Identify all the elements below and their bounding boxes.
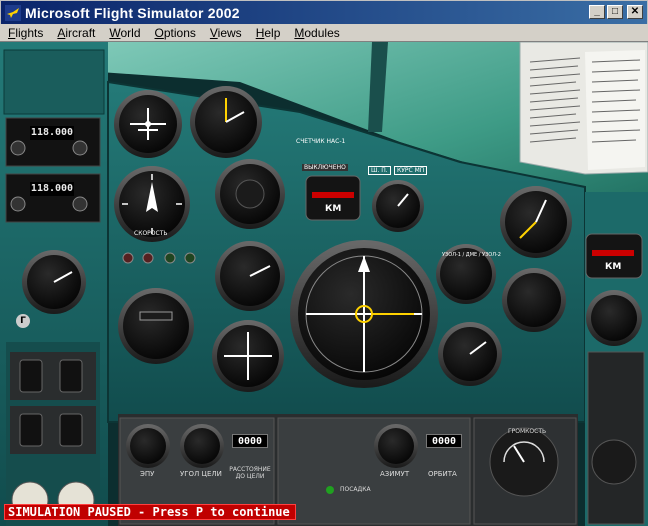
radio-2-display: 118.000 — [30, 182, 74, 196]
orbit-counter: 0000 — [426, 434, 462, 448]
clock-gauge[interactable] — [500, 186, 572, 258]
fuel-gauge[interactable] — [372, 180, 424, 232]
target-angle-label: УГОЛ ЦЕЛИ — [180, 470, 222, 478]
pressure-gauge[interactable] — [502, 268, 566, 332]
gauges-layer — [10, 86, 643, 519]
off-label: ВЫКЛЮЧЕНО — [302, 164, 348, 171]
menu-help[interactable]: Help — [250, 26, 287, 40]
attitude-indicator-gauge[interactable] — [114, 90, 182, 158]
close-button[interactable]: ✕ — [627, 5, 643, 19]
window-title: Microsoft Flight Simulator 2002 — [25, 4, 240, 21]
sh-p-label: Ш. П. — [368, 166, 391, 175]
menu-bar: Flights Aircraft World Options Views Hel… — [0, 24, 648, 42]
orbit-label: ОРБИТА — [428, 470, 457, 478]
left-toggle-switches[interactable] — [19, 359, 83, 447]
azimuth-label: АЗИМУТ — [380, 470, 410, 478]
menu-world[interactable]: World — [103, 26, 146, 40]
flight-sim-app-icon — [5, 4, 21, 21]
course-gauge[interactable] — [212, 320, 284, 392]
nav-selector-label: УЗОЛ-1 / ДМЕ / УЗОЛ-2 — [442, 252, 501, 258]
standby-horizon-gauge[interactable] — [22, 250, 86, 314]
dme-km-label-2: КМ — [605, 262, 622, 272]
counter-label: СЧЕТЧИК НАС-1 — [296, 138, 346, 145]
marker-g-label: Г — [16, 314, 30, 328]
epu-gauge[interactable] — [126, 424, 170, 468]
minimize-button[interactable]: _ — [589, 5, 605, 19]
maximize-button[interactable]: □ — [607, 5, 623, 19]
menu-views[interactable]: Views — [204, 26, 248, 40]
target-angle-gauge[interactable] — [180, 424, 224, 468]
distance-counter: 0000 — [232, 434, 268, 448]
right-panel-dial[interactable] — [591, 439, 637, 485]
menu-aircraft[interactable]: Aircraft — [51, 26, 101, 40]
dme-km-label-1: КМ — [325, 204, 342, 214]
rpm-gauge[interactable] — [215, 241, 285, 311]
altimeter-gauge[interactable] — [190, 86, 262, 158]
volume-knob[interactable] — [489, 427, 559, 497]
menu-options[interactable]: Options — [149, 26, 202, 40]
turn-coordinator-gauge[interactable] — [118, 288, 194, 364]
epu-label: ЭПУ — [140, 470, 155, 478]
radio-1-display: 118.000 — [30, 126, 74, 140]
distance-label: РАССТОЯНИЕ ДО ЦЕЛИ — [229, 466, 271, 480]
oil-gauge[interactable] — [438, 322, 502, 386]
course-label: КУРС МП — [394, 166, 428, 175]
right-gauge-lower[interactable] — [586, 290, 642, 346]
simulation-paused-banner: SIMULATION PAUSED - Press P to continue — [4, 504, 296, 520]
horizontal-situation-indicator[interactable] — [290, 240, 438, 388]
vertical-speed-gauge[interactable] — [215, 159, 285, 229]
menu-flights[interactable]: Flights — [2, 26, 49, 40]
airspeed-label: СКОРОСТЬ — [134, 230, 168, 237]
radio-2-knobs[interactable] — [10, 196, 88, 212]
landing-label: ПОСАДКА — [340, 486, 371, 493]
cockpit-view[interactable]: 118.000 118.000 СКОРОСТЬ КМ КМ СЧЕТЧИК Н… — [0, 42, 648, 526]
azimuth-gauge[interactable] — [374, 424, 418, 468]
window-controls: _ □ ✕ — [589, 5, 643, 19]
window-titlebar[interactable]: Microsoft Flight Simulator 2002 _ □ ✕ — [0, 0, 648, 24]
menu-modules[interactable]: Modules — [288, 26, 345, 40]
radio-1-knobs[interactable] — [10, 140, 88, 156]
volume-label: ГРОМКОСТЬ — [508, 428, 547, 435]
